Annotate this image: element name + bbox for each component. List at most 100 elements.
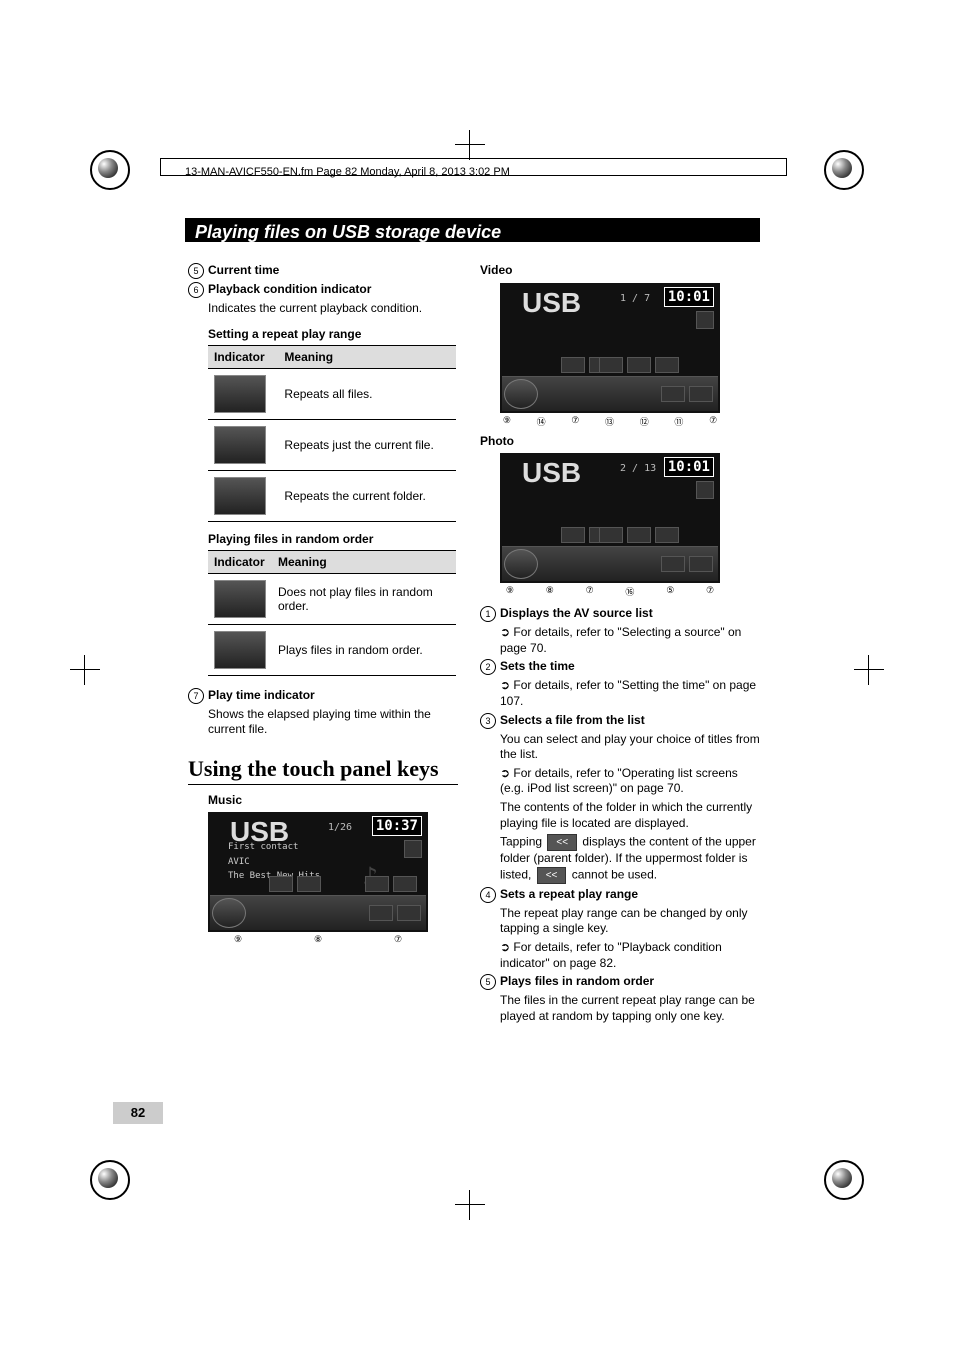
- file-list-button[interactable]: [696, 311, 714, 329]
- row-meaning: Plays files in random order.: [272, 624, 456, 675]
- print-mark-icon: [824, 1160, 864, 1200]
- music-screenshot: USB 1/26 10:37 First contact AVIC The Be…: [198, 812, 438, 945]
- callout-3-icon: 3: [480, 713, 496, 729]
- callout-2-icon: 2: [480, 659, 496, 675]
- random-on-icon: [214, 631, 266, 669]
- stop-button[interactable]: [599, 357, 623, 373]
- print-mark-icon: [824, 150, 864, 190]
- print-mark-icon: [90, 150, 130, 190]
- th-indicator: Indicator: [208, 345, 278, 368]
- current-time-heading: Current time: [208, 263, 279, 277]
- row-meaning: Repeats just the current file.: [278, 419, 456, 470]
- play-time-desc: Shows the elapsed playing time within th…: [188, 707, 458, 738]
- page-number: 82: [113, 1102, 163, 1124]
- list-item: First contact: [228, 840, 320, 854]
- music-label: Music: [188, 793, 458, 809]
- row-meaning: Does not play files in random order.: [272, 573, 456, 624]
- track-counter: 1/26: [328, 822, 352, 833]
- th-meaning: Meaning: [272, 550, 456, 573]
- row-meaning: Repeats the current folder.: [278, 470, 456, 521]
- repeat-all-icon: [214, 375, 266, 413]
- row-meaning: Repeats all files.: [278, 368, 456, 419]
- item3-desc2: ➲ For details, refer to "Operating list …: [480, 766, 760, 797]
- crop-mark-icon: [455, 130, 485, 160]
- print-mark-icon: [90, 1160, 130, 1200]
- th-indicator: Indicator: [208, 550, 272, 573]
- photo-screenshot: USB 2 / 13 10:01 ⑨⑧⑦⑯⑤⑦: [490, 453, 730, 598]
- callout-1-icon: 1: [480, 606, 496, 622]
- table-row: Does not play files in random order.: [208, 573, 456, 624]
- item3-desc3: The contents of the folder in which the …: [480, 800, 760, 831]
- repeat-range-table: IndicatorMeaning Repeats all files. Repe…: [208, 345, 456, 522]
- callout-row: ⑨⑧⑦⑯⑤⑦: [490, 585, 730, 598]
- mix-button[interactable]: [661, 556, 685, 572]
- photo-label: Photo: [480, 434, 760, 450]
- callout-6-icon: 6: [188, 282, 204, 298]
- callout-row: ⑨⑧⑦: [198, 934, 438, 945]
- file-list-button[interactable]: [696, 481, 714, 499]
- callout-4-icon: 4: [480, 887, 496, 903]
- clock[interactable]: 10:37: [372, 816, 422, 836]
- mix-button[interactable]: [661, 386, 685, 402]
- random-button[interactable]: [627, 527, 651, 543]
- section-heading: Using the touch panel keys: [188, 756, 458, 785]
- random-off-icon: [214, 580, 266, 618]
- random-button[interactable]: [393, 876, 417, 892]
- video-screen: USB 1 / 7 10:01: [500, 283, 720, 413]
- random-order-table: IndicatorMeaning Does not play files in …: [208, 550, 456, 676]
- callout-7-icon: 7: [188, 688, 204, 704]
- table2-caption: Playing files in random order: [208, 532, 458, 546]
- item4-desc1: The repeat play range can be changed by …: [480, 906, 760, 937]
- next-folder-button[interactable]: [297, 876, 321, 892]
- crop-mark-icon: [455, 1190, 485, 1220]
- item3-desc1: You can select and play your choice of t…: [480, 732, 760, 763]
- play-pause-button[interactable]: [212, 898, 246, 928]
- callout-5-icon: 5: [188, 263, 204, 279]
- chapter-title: Playing files on USB storage device: [185, 218, 760, 242]
- play-time-heading: Play time indicator: [208, 688, 315, 702]
- play-pause-button[interactable]: [504, 379, 538, 409]
- callout-5-icon: 5: [480, 974, 496, 990]
- file-list-button[interactable]: [404, 840, 422, 858]
- search-button[interactable]: [689, 386, 713, 402]
- video-label: Video: [480, 263, 760, 279]
- item1-desc: ➲ For details, refer to "Selecting a sou…: [480, 625, 760, 656]
- repeat-folder-icon: [214, 477, 266, 515]
- table-row: Repeats all files.: [208, 368, 456, 419]
- parent-folder-button[interactable]: <<: [547, 834, 577, 851]
- item1-title: Displays the AV source list: [500, 606, 653, 620]
- column-left: 5 Current time 6 Playback condition indica…: [188, 260, 458, 951]
- parent-folder-button[interactable]: <<: [537, 867, 567, 884]
- column-right: Video USB 1 / 7 10:01 ⑨⑭⑦⑬⑫⑪⑦ Photo: [480, 260, 760, 1027]
- rotate-button[interactable]: [599, 527, 623, 543]
- item5-title: Plays files in random order: [500, 974, 654, 988]
- repeat-button[interactable]: [655, 527, 679, 543]
- mix-button[interactable]: [369, 905, 393, 921]
- photo-screen: USB 2 / 13 10:01: [500, 453, 720, 583]
- table1-caption: Setting a repeat play range: [208, 327, 458, 341]
- video-screenshot: USB 1 / 7 10:01 ⑨⑭⑦⑬⑫⑪⑦: [490, 283, 730, 428]
- playback-condition-desc: Indicates the current playback condition…: [188, 301, 458, 317]
- prev-button[interactable]: [561, 357, 585, 373]
- prev-button[interactable]: [561, 527, 585, 543]
- search-button[interactable]: [397, 905, 421, 921]
- repeat-button[interactable]: [365, 876, 389, 892]
- play-pause-button[interactable]: [504, 549, 538, 579]
- search-button[interactable]: [689, 556, 713, 572]
- full-button[interactable]: [655, 357, 679, 373]
- track-counter: 1 / 7: [620, 293, 650, 304]
- prev-folder-button[interactable]: [269, 876, 293, 892]
- page-header: 13-MAN-AVICF550-EN.fm Page 82 Monday, Ap…: [185, 166, 510, 178]
- clock[interactable]: 10:01: [664, 457, 714, 477]
- th-meaning: Meaning: [278, 345, 456, 368]
- item2-desc: ➲ For details, refer to "Setting the tim…: [480, 678, 760, 709]
- source-label: USB: [522, 457, 581, 489]
- clock[interactable]: 10:01: [664, 287, 714, 307]
- playback-condition-heading: Playback condition indicator: [208, 282, 371, 296]
- track-counter: 2 / 13: [620, 463, 656, 474]
- repeat-one-icon: [214, 426, 266, 464]
- item3-title: Selects a file from the list: [500, 713, 645, 727]
- crop-mark-icon: [70, 655, 100, 685]
- table-row: Repeats the current folder.: [208, 470, 456, 521]
- repeat-button[interactable]: [627, 357, 651, 373]
